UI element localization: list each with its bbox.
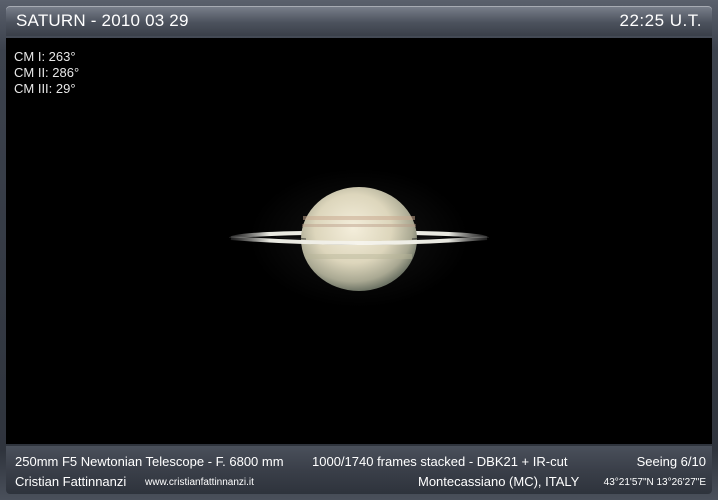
- author-website[interactable]: www.cristianfattinnanzi.it: [145, 477, 254, 488]
- location: Montecassiano (MC), ITALY: [418, 474, 580, 489]
- saturn-planet-image: [229, 168, 489, 308]
- observation-time: 22:25 U.T.: [619, 11, 702, 30]
- author-name: Cristian Fattinnanzi: [15, 474, 127, 489]
- seeing-info: Seeing 6/10: [636, 454, 706, 469]
- frames-info: 1000/1740 frames stacked - DBK21 + IR-cu…: [312, 454, 568, 469]
- saturn-photo: CM I: 263° CM II: 286° CM III: 29°: [6, 38, 712, 444]
- image-title: SATURN - 2010 03 29: [16, 11, 189, 30]
- telescope-info: 250mm F5 Newtonian Telescope - F. 6800 m…: [15, 454, 284, 469]
- header-bar: SATURN - 2010 03 29 22:25 U.T.: [6, 6, 712, 36]
- footer-bar: 250mm F5 Newtonian Telescope - F. 6800 m…: [6, 446, 712, 494]
- coordinates: 43°21'57"N 13°26'27"E: [603, 477, 706, 488]
